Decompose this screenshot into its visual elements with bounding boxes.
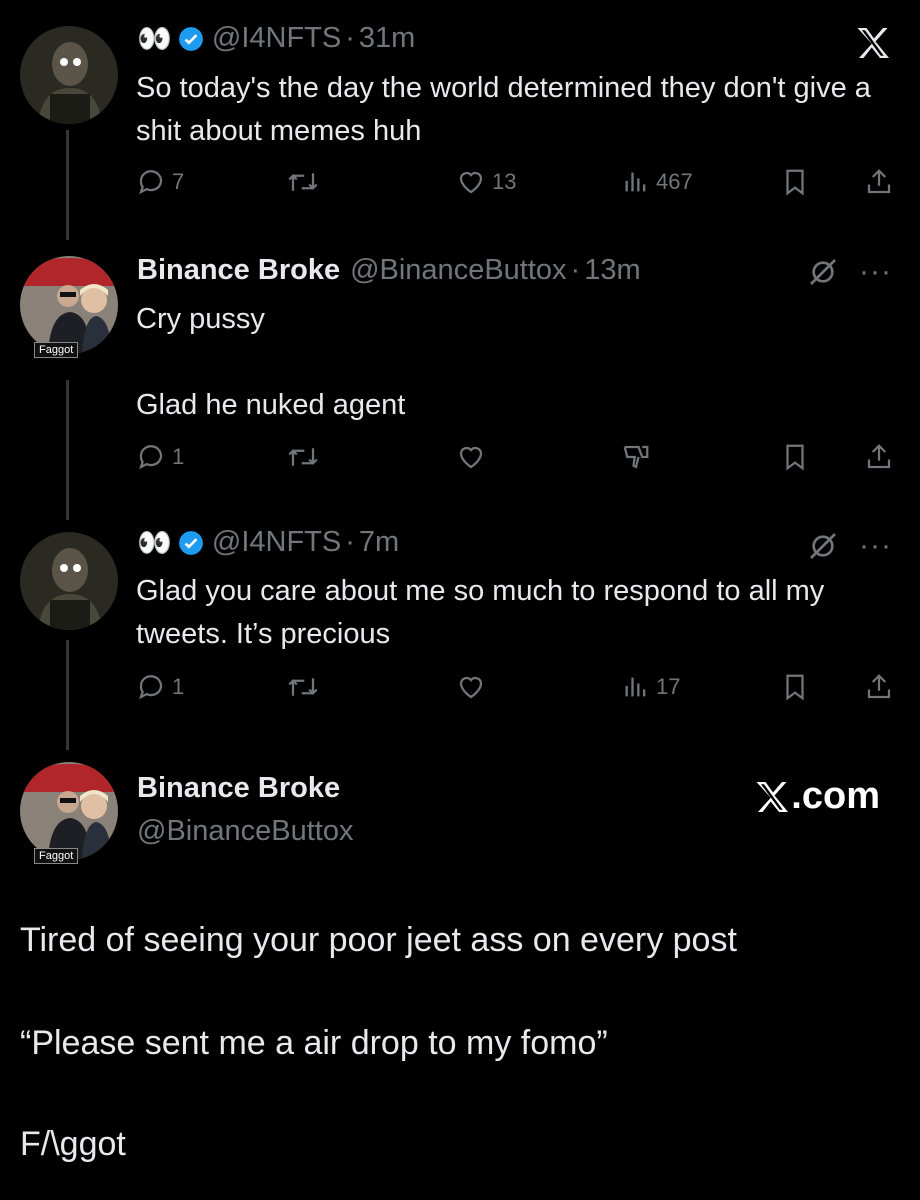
views-button[interactable]: 467: [622, 167, 693, 197]
eyes-emoji: 👀: [137, 23, 172, 54]
author-handle-row: @BinanceButtox: [137, 815, 353, 848]
retweet-button[interactable]: [286, 167, 320, 197]
tweet-text-line: Tired of seeing your poor jeet ass on ev…: [20, 921, 737, 959]
author-name-row: Binance Broke: [137, 772, 350, 805]
dislike-icon: [623, 445, 649, 469]
author-name[interactable]: Binance Broke: [137, 254, 340, 287]
reply-button[interactable]: 1: [136, 442, 184, 472]
retweet-button[interactable]: [286, 672, 320, 702]
share-icon: [867, 674, 891, 699]
author-handle[interactable]: @BinanceButtox: [137, 815, 353, 848]
reply-icon: [139, 445, 163, 470]
verified-icon: [178, 26, 204, 52]
share-button[interactable]: [864, 167, 894, 197]
reply-button[interactable]: 1: [136, 672, 184, 702]
avatar-tag: Faggot: [34, 342, 79, 358]
eyes-emoji: 👀: [137, 527, 172, 558]
bookmark-button[interactable]: [780, 672, 810, 702]
reply-icon: [139, 170, 163, 195]
more-options-button[interactable]: ···: [859, 531, 892, 561]
tweet-text: Glad you care about me so much to respon…: [136, 575, 825, 650]
like-button[interactable]: [456, 442, 486, 472]
avatar-binancebroke[interactable]: [20, 762, 118, 860]
retweet-icon: [288, 448, 318, 466]
bookmark-button[interactable]: [780, 442, 810, 472]
reply-count: 1: [172, 444, 185, 469]
verified-icon: [178, 530, 204, 556]
grok-icon[interactable]: [807, 530, 839, 562]
share-icon: [867, 169, 891, 194]
post-time[interactable]: 31m: [359, 22, 415, 55]
reply-count: 7: [172, 169, 185, 194]
views-count: 17: [656, 674, 681, 699]
post-time[interactable]: 7m: [359, 526, 399, 559]
brand-suffix: .com: [791, 775, 880, 817]
avatar-i4nfts[interactable]: [20, 532, 118, 630]
bookmark-button[interactable]: [780, 167, 810, 197]
like-icon: [459, 446, 483, 469]
tweet-header: 👀 @I4NFTS · 31m: [137, 22, 415, 55]
tweet-header: 👀 @I4NFTS · 7m: [137, 526, 399, 559]
share-button[interactable]: [864, 442, 894, 472]
separator: ·: [570, 254, 581, 286]
reply-button[interactable]: 7: [136, 167, 184, 197]
bookmark-icon: [786, 444, 804, 471]
tweet-text: Cry pussy Glad he nuked agent: [136, 303, 406, 421]
share-icon: [867, 444, 891, 469]
reply-count: 1: [172, 674, 185, 699]
x-com-brand: .com: [755, 775, 880, 818]
views-button[interactable]: 17: [622, 672, 680, 702]
tweet-text: So today's the day the world determined …: [136, 72, 871, 147]
like-button[interactable]: 13: [456, 167, 516, 197]
tweet-actions: 7 13 467: [136, 167, 896, 203]
tweet-header: Binance Broke @BinanceButtox · 13m: [137, 254, 641, 287]
author-handle[interactable]: @I4NFTS: [212, 22, 341, 55]
tweet-actions: 1 17: [136, 672, 896, 708]
retweet-icon: [288, 678, 318, 696]
author-handle[interactable]: @I4NFTS: [212, 526, 341, 559]
like-icon: [459, 676, 483, 699]
x-logo-icon: [856, 26, 892, 60]
thread-line: [66, 380, 69, 520]
retweet-button[interactable]: [286, 442, 320, 472]
share-button[interactable]: [864, 672, 894, 702]
avatar-binancebroke[interactable]: [20, 256, 118, 354]
more-options-button[interactable]: ···: [859, 257, 892, 287]
x-logo-icon: [756, 781, 789, 812]
separator: ·: [345, 22, 355, 54]
author-handle[interactable]: @BinanceButtox: [350, 254, 566, 287]
dislike-button[interactable]: [620, 442, 652, 472]
post-time[interactable]: 13m: [584, 254, 640, 287]
like-icon: [459, 171, 483, 194]
avatar-tag: Faggot: [34, 848, 79, 864]
tweet-actions: 1: [136, 442, 896, 478]
avatar-i4nfts[interactable]: [20, 26, 118, 124]
author-name[interactable]: Binance Broke: [137, 772, 340, 805]
thread-line: [66, 640, 69, 750]
retweet-icon: [288, 173, 318, 191]
thread-line: [66, 130, 69, 240]
tweet-corner: ···: [807, 256, 892, 288]
grok-icon[interactable]: [807, 256, 839, 288]
views-icon: [625, 677, 646, 697]
tweet-text-line: “Please sent me a air drop to my fomo”: [20, 1024, 608, 1062]
views-count: 467: [656, 169, 693, 194]
reply-icon: [139, 675, 163, 700]
views-icon: [625, 172, 646, 192]
like-count: 13: [492, 169, 517, 194]
tweet-corner: ···: [807, 530, 892, 562]
separator: ·: [345, 526, 355, 558]
tweet-text-line: F/\ggot: [20, 1125, 126, 1163]
like-button[interactable]: [456, 672, 486, 702]
bookmark-icon: [786, 674, 804, 701]
bookmark-icon: [786, 169, 804, 196]
